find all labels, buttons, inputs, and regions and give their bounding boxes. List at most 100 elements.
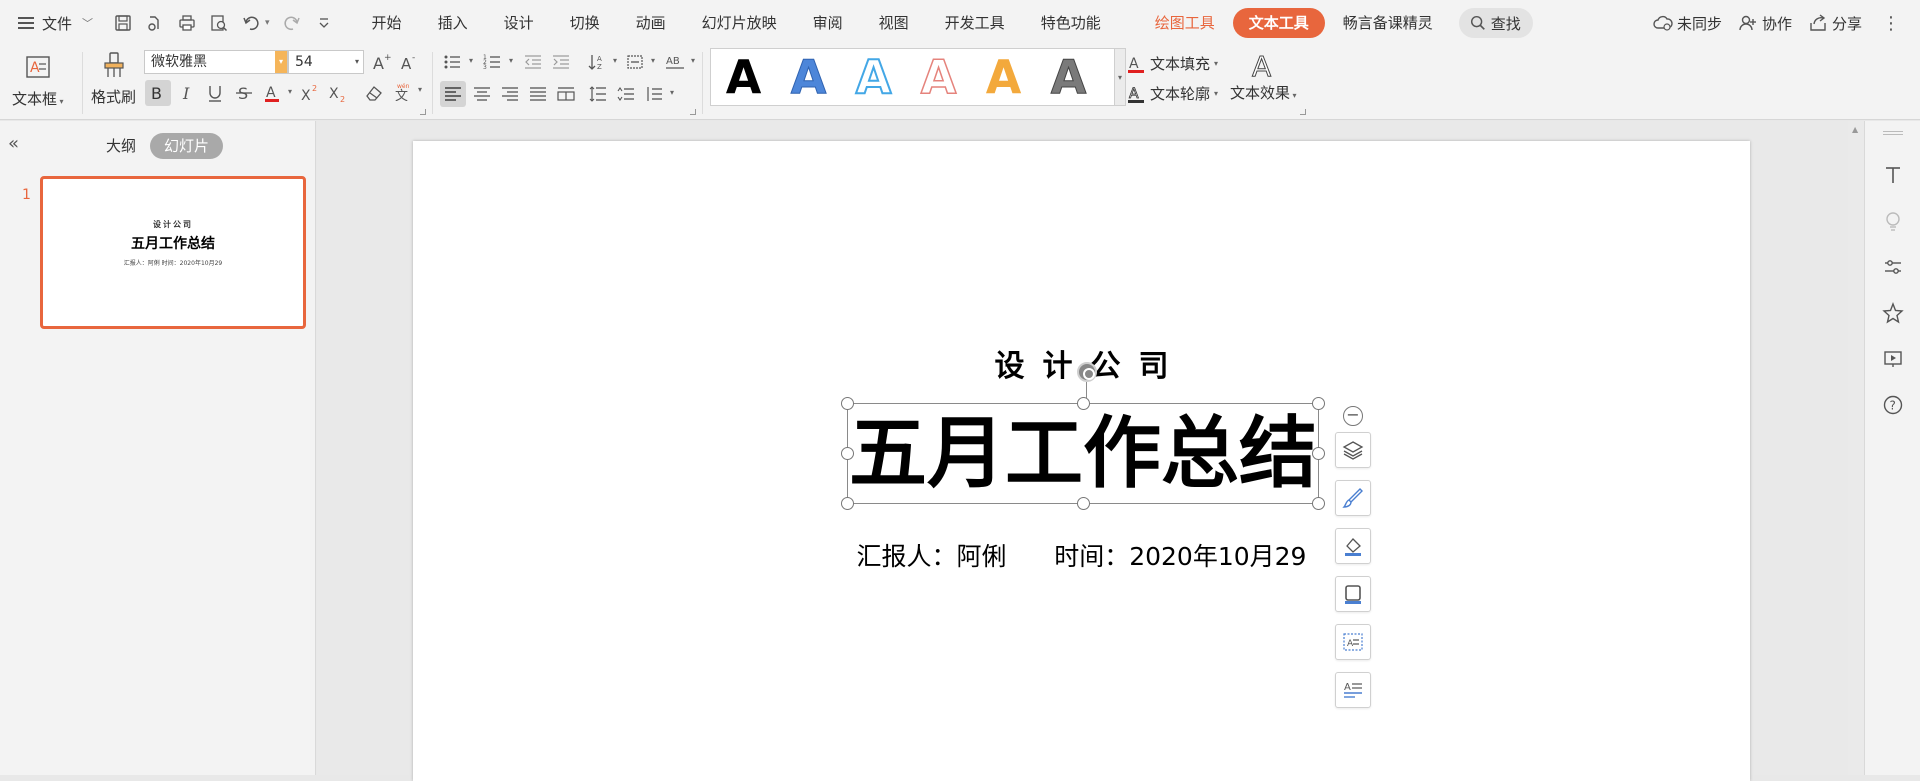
resize-handle-nw[interactable] <box>841 397 854 410</box>
text-style-orange-gradient[interactable]: A <box>971 50 1036 104</box>
distribute-icon[interactable] <box>554 82 578 106</box>
line-spacing-icon[interactable] <box>586 82 610 106</box>
vertical-scrollbar[interactable]: ▲ <box>1848 121 1864 775</box>
undo-dropdown-icon[interactable]: ▾ <box>265 18 270 28</box>
text-style-solid-black[interactable]: A <box>711 50 776 104</box>
resize-handle-w[interactable] <box>841 447 854 460</box>
increase-indent-icon[interactable] <box>549 50 573 74</box>
help-icon[interactable]: ? <box>1881 393 1905 417</box>
resize-handle-se[interactable] <box>1312 497 1325 510</box>
slide-thumbnail[interactable]: 设计公司 五月工作总结 汇报人：阿俐 时间：2020年10月29 <box>40 176 306 329</box>
gallery-more-icon[interactable]: ▾ <box>1114 48 1126 106</box>
align-left-icon[interactable] <box>440 81 466 107</box>
resize-handle-e[interactable] <box>1312 447 1325 460</box>
text-effect-button[interactable]: A 文本效果 ▾ <box>1230 50 1297 103</box>
font-name-select[interactable]: 微软雅黑 ▾ <box>144 50 288 74</box>
text-style-blue-gradient[interactable]: A <box>776 50 841 105</box>
tab-drawing-tools[interactable]: 绘图工具 <box>1137 8 1233 38</box>
print-preview-icon[interactable] <box>205 9 233 37</box>
bullet-list-icon[interactable]: ▾ <box>441 50 473 74</box>
tab-animation[interactable]: 动画 <box>618 8 684 38</box>
tab-view[interactable]: 视图 <box>861 8 927 38</box>
tab-insert[interactable]: 插入 <box>420 8 486 38</box>
text-select-icon[interactable]: A <box>1335 672 1371 708</box>
redo-icon[interactable] <box>278 9 306 37</box>
layers-icon[interactable] <box>1335 432 1371 468</box>
search-button[interactable]: 查找 <box>1458 8 1533 38</box>
settings-sliders-icon[interactable] <box>1881 255 1905 279</box>
eraser-icon[interactable] <box>362 81 386 105</box>
format-painter-button[interactable]: 格式刷 <box>91 50 136 107</box>
justify-icon[interactable] <box>526 82 550 106</box>
text-style-light-blue-outline[interactable]: A <box>841 49 906 105</box>
text-fill-button[interactable]: A 文本填充 ▾ <box>1126 53 1218 74</box>
subscript-icon[interactable]: X2 <box>326 81 350 105</box>
align-center-icon[interactable] <box>470 82 494 106</box>
tab-design[interactable]: 设计 <box>486 8 552 38</box>
rotate-handle-icon[interactable] <box>1077 362 1097 382</box>
border-icon[interactable] <box>1335 576 1371 612</box>
collapse-toolbar-icon[interactable]: − <box>1343 406 1363 426</box>
scroll-up-icon[interactable]: ▲ <box>1852 125 1858 134</box>
undo-icon[interactable] <box>237 9 265 37</box>
collab-button[interactable]: 协作 <box>1738 13 1792 34</box>
sort-icon[interactable]: A Z ▾ <box>585 50 617 74</box>
superscript-icon[interactable]: X2 <box>298 81 322 105</box>
tab-outline[interactable]: 大纲 <box>92 133 150 159</box>
text-icon[interactable] <box>1881 163 1905 187</box>
title-textbox-selected[interactable]: 五月工作总结 <box>841 362 1325 510</box>
tab-features[interactable]: 特色功能 <box>1023 8 1119 38</box>
sync-button[interactable]: 未同步 <box>1653 13 1722 34</box>
text-direction-icon[interactable]: ▾ <box>623 50 655 74</box>
font-size-select[interactable]: 54 ▾ <box>288 50 364 74</box>
slide-subtitle-text[interactable]: 汇报人：阿俐 时间：2020年10月29 <box>413 537 1750 573</box>
tab-text-tools[interactable]: 文本工具 <box>1232 8 1325 38</box>
tab-transition[interactable]: 切换 <box>552 8 618 38</box>
text-style-gray-gradient[interactable]: A <box>1036 50 1101 105</box>
text-outline-button[interactable]: A 文本轮廓 ▾ <box>1126 83 1218 104</box>
star-icon[interactable] <box>1881 301 1905 325</box>
slide-title-text[interactable]: 五月工作总结 <box>848 410 1318 498</box>
share-button[interactable]: 分享 <box>1808 13 1862 34</box>
tab-lesson-assistant[interactable]: 畅言备课精灵 <box>1325 8 1451 38</box>
resize-handle-ne[interactable] <box>1312 397 1325 410</box>
increase-font-icon[interactable]: A + <box>370 50 394 74</box>
resize-handle-n[interactable] <box>1077 397 1090 410</box>
numbered-list-icon[interactable]: 1 2 3 ▾ <box>481 50 513 74</box>
decrease-font-icon[interactable]: A- <box>398 50 422 74</box>
tab-developer[interactable]: 开发工具 <box>927 8 1023 38</box>
slide[interactable]: 设计公司 五月工作总结 汇报人：阿俐 时间：2020年10月29 <box>413 141 1750 781</box>
font-dialog-launcher[interactable] <box>420 109 426 115</box>
align-right-icon[interactable] <box>498 82 522 106</box>
pane-grip[interactable] <box>1883 131 1903 135</box>
text-wrap-icon[interactable]: A <box>1335 624 1371 660</box>
bulb-icon[interactable] <box>1881 209 1905 233</box>
file-menu-button[interactable]: 文件 ﹀ <box>0 0 103 46</box>
strikethrough-icon[interactable]: S <box>232 81 256 105</box>
tab-slides[interactable]: 幻灯片 <box>150 133 224 159</box>
tab-review[interactable]: 审阅 <box>795 8 861 38</box>
text-style-pink-outline[interactable]: A <box>906 49 971 105</box>
bold-icon[interactable]: B <box>145 80 171 106</box>
italic-icon[interactable]: I <box>175 81 199 105</box>
tab-home[interactable]: 开始 <box>354 8 420 38</box>
collapse-pane-icon[interactable]: « <box>8 133 19 154</box>
tab-slideshow[interactable]: 幻灯片放映 <box>684 8 795 38</box>
output-icon[interactable] <box>141 9 169 37</box>
print-icon[interactable] <box>173 9 201 37</box>
font-color-icon[interactable]: A ▾ <box>260 81 292 105</box>
shape-fill-icon[interactable] <box>1335 528 1371 564</box>
decrease-indent-icon[interactable] <box>521 50 545 74</box>
customize-toolbar-icon[interactable] <box>310 9 338 37</box>
resize-handle-s[interactable] <box>1077 497 1090 510</box>
underline-icon[interactable] <box>203 81 227 105</box>
more-options-icon[interactable]: ⋮ <box>1882 13 1900 34</box>
text-dialog-launcher[interactable] <box>1300 109 1306 115</box>
brush-icon[interactable] <box>1335 480 1371 516</box>
paragraph-spacing-icon[interactable] <box>614 82 638 106</box>
phonetic-guide-icon[interactable]: wén 文 ▾ <box>390 79 422 103</box>
resize-handle-sw[interactable] <box>841 497 854 510</box>
char-spacing-icon[interactable]: AB ▾ <box>663 50 695 74</box>
textbox-button[interactable]: A 文本框 ▾ <box>12 52 64 109</box>
slideshow-icon[interactable] <box>1881 347 1905 371</box>
